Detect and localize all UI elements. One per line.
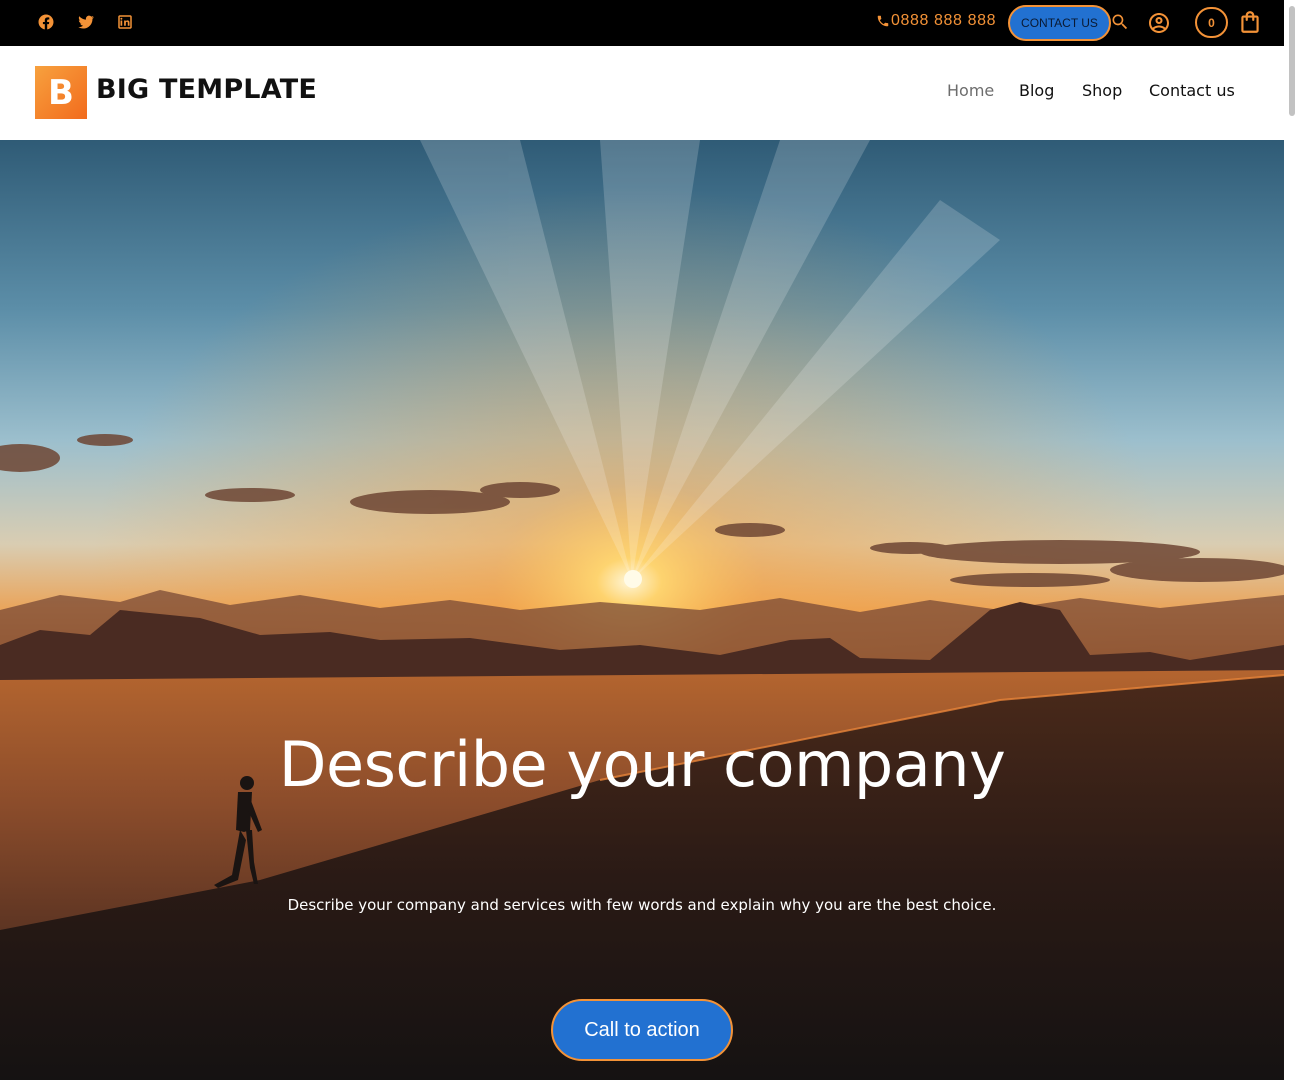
- scrollbar-thumb[interactable]: [1289, 6, 1295, 116]
- phone-icon: [877, 15, 889, 27]
- shopping-bag-icon[interactable]: [1237, 9, 1263, 35]
- twitter-icon[interactable]: [75, 11, 97, 33]
- call-to-action-button[interactable]: Call to action: [551, 999, 733, 1061]
- linkedin-icon[interactable]: [114, 11, 136, 33]
- search-icon[interactable]: [1110, 12, 1130, 32]
- contact-us-button[interactable]: CONTACT US: [1008, 5, 1111, 41]
- account-icon[interactable]: [1147, 11, 1171, 35]
- logo-text[interactable]: BIG TEMPLATE: [96, 74, 317, 105]
- nav-home[interactable]: Home: [947, 81, 994, 100]
- nav-blog[interactable]: Blog: [1019, 81, 1054, 100]
- hero-section: Describe your company Describe your comp…: [0, 140, 1284, 1080]
- nav-contact-us[interactable]: Contact us: [1149, 81, 1235, 100]
- hero-background-image: [0, 140, 1284, 1080]
- phone-link[interactable]: 0888 888 888: [876, 12, 996, 30]
- site-header: B BIG TEMPLATE Home Blog Shop Contact us: [0, 46, 1284, 140]
- cart-count-badge[interactable]: 0: [1195, 7, 1228, 38]
- page-scrollbar[interactable]: [1284, 0, 1300, 1080]
- hero-title: Describe your company: [278, 728, 1006, 801]
- hero-subtitle: Describe your company and services with …: [287, 896, 997, 914]
- logo-mark[interactable]: B: [35, 66, 87, 119]
- top-bar: 0888 888 888 CONTACT US 0: [0, 0, 1284, 46]
- phone-number: 0888 888 888: [891, 12, 997, 29]
- nav-shop[interactable]: Shop: [1082, 81, 1122, 100]
- facebook-icon[interactable]: [35, 11, 57, 33]
